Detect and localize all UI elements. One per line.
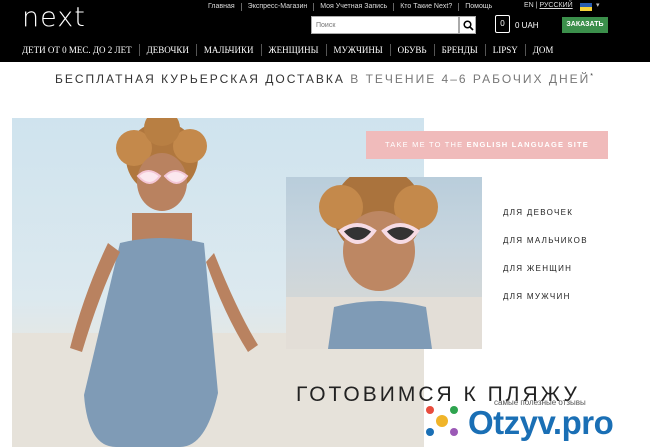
category-link-men[interactable]: ДЛЯ МУЖЧИН	[503, 292, 588, 301]
next-logo[interactable]: next	[22, 2, 86, 33]
search-input[interactable]	[311, 16, 459, 34]
cart-total[interactable]: 0 UAH	[515, 21, 539, 30]
child-closeup-photo[interactable]	[286, 177, 482, 349]
chevron-down-icon[interactable]: ▾	[596, 1, 600, 9]
child-closeup-image	[286, 177, 482, 349]
lang-en-link[interactable]: EN	[524, 2, 534, 9]
banner-light-text: В ТЕЧЕНИЕ 4–6 РАБОЧИХ ДНЕЙ	[344, 72, 591, 86]
nav-item-brands[interactable]: БРЕНДЫ	[435, 44, 486, 56]
category-link-girls[interactable]: ДЛЯ ДЕВОЧЕК	[503, 208, 588, 217]
nav-item-men[interactable]: МУЖЧИНЫ	[327, 44, 391, 56]
english-site-button[interactable]: TAKE ME TO THE ENGLISH LANGUAGE SITE	[366, 131, 608, 159]
nav-item-girls[interactable]: ДЕВОЧКИ	[140, 44, 197, 56]
free-delivery-banner[interactable]: БЕСПЛАТНАЯ КУРЬЕРСКАЯ ДОСТАВКА В ТЕЧЕНИЕ…	[0, 72, 650, 86]
search-icon	[463, 20, 474, 31]
top-links: Главная Экспресс-Магазин Моя Учетная Зап…	[202, 3, 498, 11]
banner-footnote-mark: *	[590, 73, 596, 80]
shopping-bag-icon[interactable]: 0	[495, 15, 510, 33]
ukraine-flag-icon[interactable]	[580, 3, 592, 11]
lang-ru-link[interactable]: РУССКИЙ	[539, 2, 572, 9]
top-link-express[interactable]: Экспресс-Магазин	[242, 3, 315, 11]
english-site-button-bold: ENGLISH LANGUAGE SITE	[466, 140, 589, 149]
nav-item-home[interactable]: ДОМ	[526, 44, 561, 56]
category-link-boys[interactable]: ДЛЯ МАЛЬЧИКОВ	[503, 236, 588, 245]
otzyv-logo-icon	[426, 406, 458, 436]
nav-item-boys[interactable]: МАЛЬЧИКИ	[197, 44, 262, 56]
checkout-button[interactable]: ЗАКАЗАТЬ	[562, 17, 608, 33]
top-link-help[interactable]: Помощь	[459, 3, 498, 11]
category-list: ДЛЯ ДЕВОЧЕК ДЛЯ МАЛЬЧИКОВ ДЛЯ ЖЕНЩИН ДЛЯ…	[503, 208, 588, 320]
banner-strong-text: БЕСПЛАТНАЯ КУРЬЕРСКАЯ ДОСТАВКА	[54, 72, 345, 86]
category-link-women[interactable]: ДЛЯ ЖЕНЩИН	[503, 264, 588, 273]
language-switch: EN | РУССКИЙ	[524, 2, 573, 9]
top-link-about[interactable]: Кто Такие Next?	[394, 3, 460, 11]
nav-item-baby[interactable]: ДЕТИ ОТ 0 МЕС. ДО 2 ЛЕТ	[18, 44, 140, 56]
nav-item-shoes[interactable]: ОБУВЬ	[391, 44, 435, 56]
top-link-account[interactable]: Моя Учетная Запись	[314, 3, 395, 11]
nav-item-women[interactable]: ЖЕНЩИНЫ	[262, 44, 327, 56]
nav-item-lipsy[interactable]: LIPSY	[486, 44, 526, 56]
english-site-button-pre: TAKE ME TO THE	[385, 140, 467, 149]
search-button[interactable]	[459, 16, 476, 34]
main-nav: ДЕТИ ОТ 0 МЕС. ДО 2 ЛЕТ ДЕВОЧКИ МАЛЬЧИКИ…	[18, 44, 560, 56]
otzyv-watermark: Otzyv.pro	[468, 404, 614, 441]
top-link-home[interactable]: Главная	[202, 3, 242, 11]
search-box	[311, 16, 476, 34]
site-header: next Главная Экспресс-Магазин Моя Учетна…	[0, 0, 650, 62]
